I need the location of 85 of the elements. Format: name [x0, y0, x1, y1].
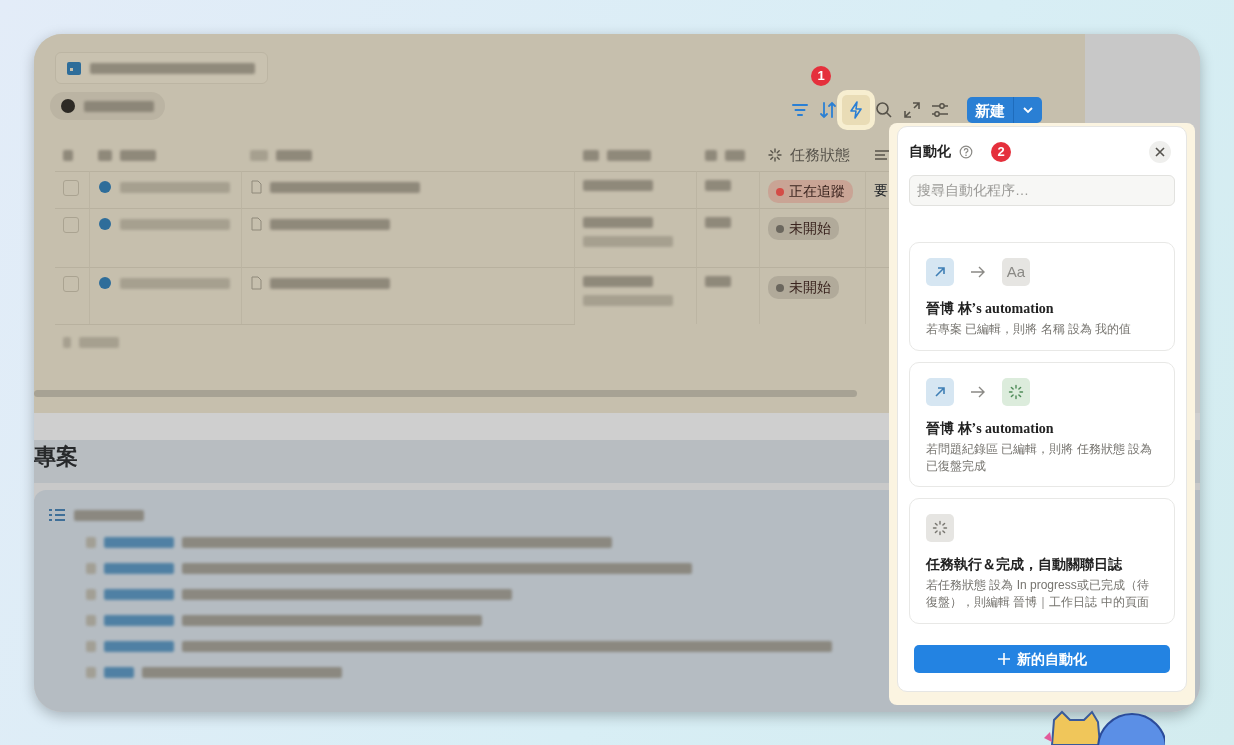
checkbox[interactable]: [63, 276, 79, 292]
automation-title: 任務執行＆完成，自動關聯日誌: [926, 556, 1123, 575]
checkbox[interactable]: [63, 180, 79, 196]
obscured-text: [86, 667, 96, 678]
obscured-text: [86, 589, 96, 600]
status-tag: 正在追蹤: [768, 180, 853, 203]
panel-title: 自動化: [909, 142, 951, 161]
search-field[interactable]: 搜尋自動化程序…: [909, 175, 1175, 206]
close-button[interactable]: [1149, 141, 1171, 163]
obscured-text: [705, 217, 731, 228]
circle-icon: [60, 98, 76, 114]
obscured-text: [104, 667, 134, 678]
dot-icon: [98, 276, 112, 290]
status-icon: [1002, 377, 1030, 406]
table-cell-text: 要: [874, 181, 889, 200]
obscured-text: [250, 149, 268, 161]
obscured-text: [79, 337, 119, 348]
obscured-text: [705, 180, 731, 191]
automation-description: 若任務狀態 設為 In progress或已完成（待復盤），則編輯 晉博｜工作日誌 中的頁面: [926, 577, 1150, 611]
obscured-text: [86, 537, 96, 548]
obscured-text: [86, 641, 96, 652]
help-icon: [959, 144, 973, 159]
automation-title: 晉博 林’s automation: [926, 419, 1055, 438]
obscured-text: [104, 641, 174, 652]
page-icon: [250, 217, 262, 231]
obscured-text: [74, 509, 144, 521]
filter-chip[interactable]: [50, 92, 165, 120]
obscured-text: [583, 276, 653, 287]
automation-title: 晉博 林’s automation: [926, 300, 1055, 318]
automation-card[interactable]: 任務執行＆完成，自動關聯日誌 若任務狀態 設為 In progress或已完成（待復盤），則編輯 晉博｜工作日誌 中的頁面: [909, 498, 1175, 624]
arrow-icon: [970, 384, 986, 399]
status-icon: [926, 514, 954, 543]
scrollbar[interactable]: [34, 390, 857, 397]
new-automation-button[interactable]: 新的自動化: [914, 645, 1170, 673]
sort-icon: [818, 100, 838, 120]
obscured-text: [104, 537, 174, 548]
view-tab[interactable]: [55, 52, 268, 84]
plus-icon: [997, 652, 1011, 666]
search-icon: [874, 100, 894, 120]
caret-icon: [1022, 104, 1034, 116]
obscured-text: [104, 563, 174, 574]
arrow-icon: [970, 265, 986, 279]
obscured-text: [98, 149, 112, 161]
page-icon: [250, 276, 262, 290]
status-tag: 未開始: [768, 217, 839, 240]
dot-icon: [98, 180, 112, 194]
column-header: 任務狀態: [790, 144, 850, 165]
obscured-text: [104, 589, 174, 600]
page-icon: [250, 180, 262, 194]
obscured-text: [725, 149, 745, 161]
close-icon: [1155, 147, 1165, 157]
automation-card[interactable]: 晉博 林’s automation 若問題紀錄區 已編輯，則將 任務狀態 設為已復盤完成: [909, 361, 1175, 488]
dot-icon: [98, 217, 112, 231]
obscured-text: [120, 149, 156, 161]
obscured-text: [86, 615, 96, 626]
obscured-text: [276, 149, 312, 161]
obscured-text: [705, 149, 717, 161]
list-icon: [874, 148, 890, 162]
calendar-icon: [66, 60, 82, 76]
obscured-text: [583, 149, 599, 161]
obscured-text: [63, 149, 73, 161]
obscured-text: [84, 100, 154, 112]
status-icon: [768, 148, 782, 162]
sliders-icon: [930, 100, 950, 120]
automation-card[interactable]: Aa 晉博 林’s automation 若專案 已編輯，則將 名稱 設為 我的值: [909, 242, 1175, 351]
obscured-text: [583, 180, 653, 191]
obscured-text: [705, 276, 731, 287]
automation-description: 若專案 已編輯，則將 名稱 設為 我的值: [926, 321, 1133, 338]
checkbox[interactable]: [63, 217, 79, 233]
list-icon: [48, 508, 66, 522]
sort-button[interactable]: [817, 99, 839, 121]
obscured-text: [607, 149, 651, 161]
obscured-text: [583, 217, 653, 228]
expand-button[interactable]: [901, 99, 923, 121]
step-badge: 1: [811, 66, 831, 86]
expand-icon: [902, 100, 922, 120]
property-label: Aa: [1002, 258, 1030, 286]
new-button[interactable]: 新建: [967, 97, 1042, 123]
obscured-text: [63, 337, 71, 348]
step-badge: 2: [991, 141, 1011, 162]
automation-description: 若問題紀錄區 已編輯，則將 任務狀態 設為已復盤完成: [926, 440, 1153, 475]
obscured-text: [86, 563, 96, 574]
status-tag: 未開始: [768, 276, 839, 299]
section-heading: 專案: [34, 444, 78, 471]
obscured-text: [104, 615, 174, 626]
